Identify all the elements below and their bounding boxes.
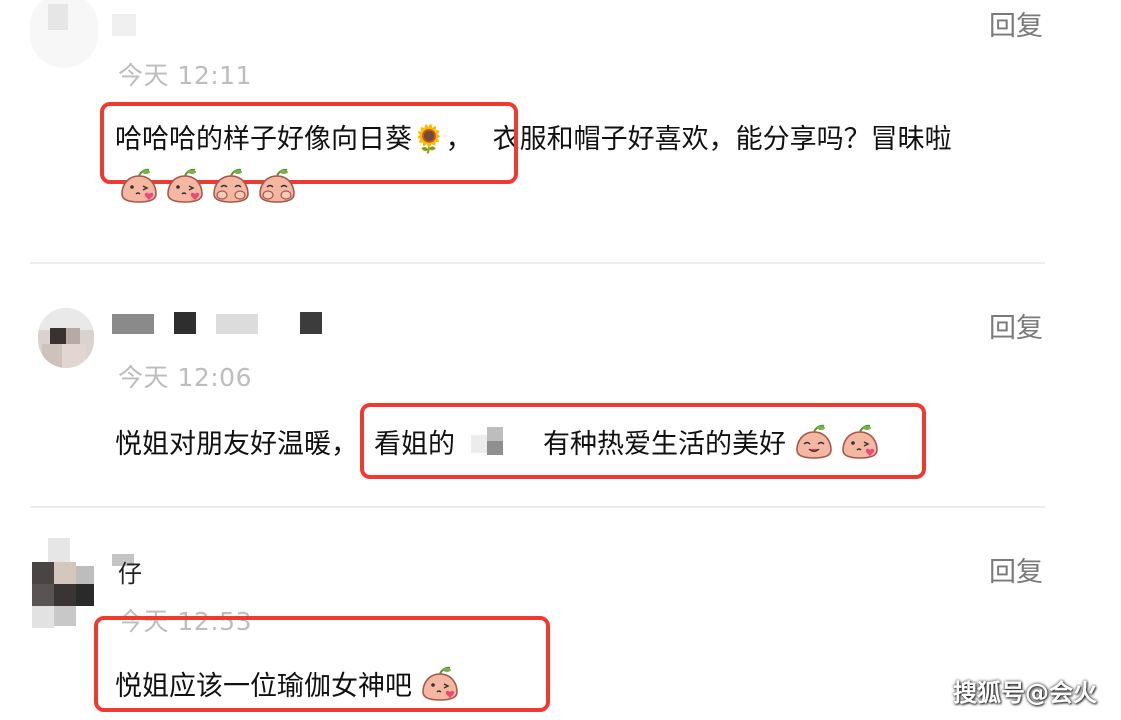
username-blurred[interactable]	[112, 310, 324, 336]
peach-kiss-emoji	[167, 168, 203, 203]
reply-button[interactable]: 回复	[989, 4, 1043, 43]
comment-list: 今天 12:11 回复 哈哈哈的样子好像向日葵🌻， 衣服和帽子好喜欢，能分享吗？冒…	[0, 0, 1121, 720]
reply-button[interactable]: 回复	[989, 550, 1043, 589]
comment-item: 今天 12:11 回复 哈哈哈的样子好像向日葵🌻， 衣服和帽子好喜欢，能分享吗？冒…	[0, 0, 1121, 262]
highlight-box	[94, 616, 550, 712]
emoji-row	[119, 168, 297, 204]
comment-item: 今天 12:06 回复 悦姐对朋友好温暖， 看姐的 有种热爱生活的美好	[0, 264, 1121, 506]
highlight-box	[360, 403, 926, 479]
comment-text-prefix: 悦姐对朋友好温暖，	[115, 429, 358, 460]
username-text: 仔	[118, 560, 142, 588]
username-blurred[interactable]	[112, 14, 136, 40]
comment-timestamp: 今天 12:11	[118, 61, 252, 90]
reply-button[interactable]: 回复	[989, 306, 1043, 345]
peach-kiss-emoji	[121, 168, 157, 203]
username[interactable]: 仔	[112, 554, 172, 586]
avatar[interactable]	[28, 538, 96, 634]
peach-shy-emoji	[213, 168, 249, 203]
avatar[interactable]	[38, 308, 94, 368]
comment-text-rest: 衣服和帽子好喜欢，能分享吗？冒昧啦	[492, 124, 952, 155]
comment-timestamp: 今天 12:06	[118, 363, 252, 392]
avatar[interactable]	[30, 0, 98, 68]
peach-shy-emoji	[259, 168, 295, 203]
watermark: 搜狐号@会火	[953, 679, 1097, 707]
